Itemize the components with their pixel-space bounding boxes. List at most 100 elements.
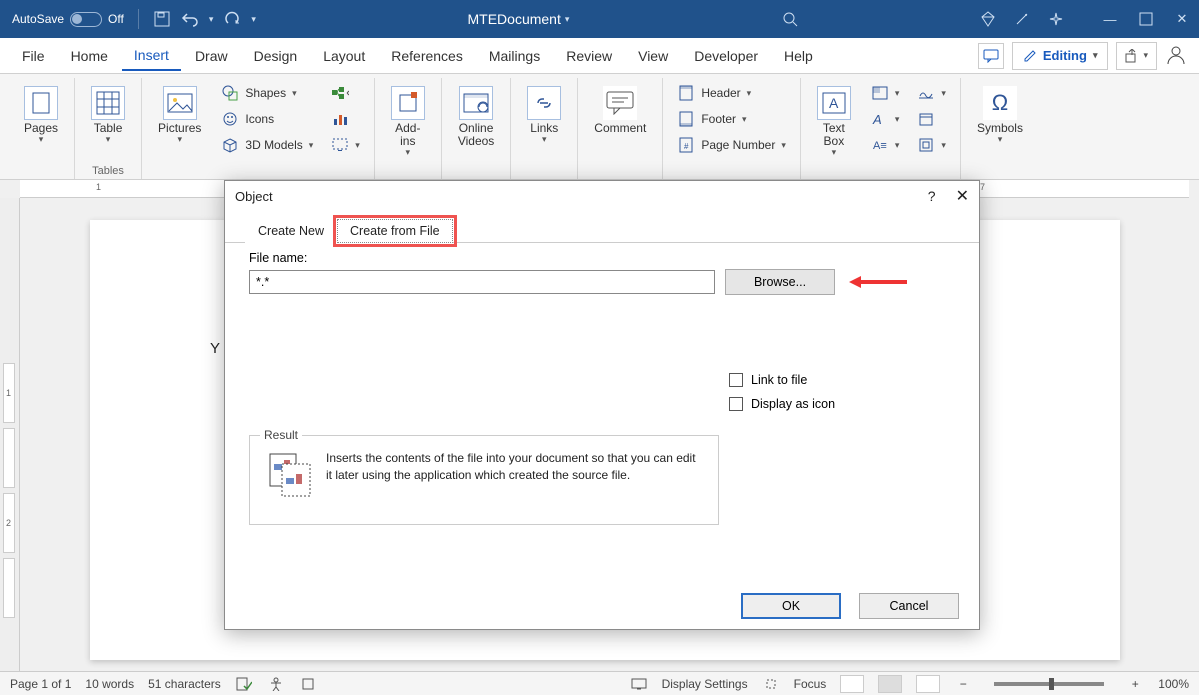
- video-icon: [459, 86, 493, 120]
- focus-button[interactable]: Focus: [794, 677, 827, 691]
- online-videos-button[interactable]: OnlineVideos: [452, 82, 500, 152]
- tab-create-from-file[interactable]: Create from File: [337, 219, 453, 243]
- pagenum-icon: #: [677, 136, 695, 154]
- group-symbols: Ω Symbols▾: [961, 78, 1039, 179]
- quickparts-icon: [871, 84, 889, 102]
- tab-home[interactable]: Home: [59, 42, 120, 70]
- tab-insert[interactable]: Insert: [122, 41, 181, 71]
- table-button[interactable]: Table▾: [85, 82, 131, 149]
- picture-icon: [163, 86, 197, 120]
- read-mode-view-button[interactable]: [840, 675, 864, 693]
- smartart-button[interactable]: [327, 82, 364, 104]
- wordart-button[interactable]: A▾: [867, 108, 904, 130]
- pages-button[interactable]: Pages▾: [18, 82, 64, 149]
- signature-icon: [917, 84, 935, 102]
- minimize-icon[interactable]: —: [1101, 10, 1119, 28]
- embed-doc-icon: [264, 450, 314, 500]
- checkbox-icon: [729, 373, 743, 387]
- screenshot-button[interactable]: ▾: [327, 134, 364, 156]
- display-settings-button[interactable]: Display Settings: [662, 677, 748, 691]
- ok-button[interactable]: OK: [741, 593, 841, 619]
- sparkle-icon[interactable]: [1047, 10, 1065, 28]
- quickparts-button[interactable]: ▾: [867, 82, 904, 104]
- tab-design[interactable]: Design: [242, 42, 310, 70]
- links-button[interactable]: Links▾: [521, 82, 567, 149]
- wand-icon[interactable]: [1013, 10, 1031, 28]
- tab-review[interactable]: Review: [554, 42, 624, 70]
- doc-title-dropdown-icon[interactable]: ▾: [565, 14, 570, 25]
- account-icon[interactable]: [1165, 44, 1189, 68]
- object-button[interactable]: ▾: [913, 134, 950, 156]
- tab-file[interactable]: File: [10, 42, 57, 70]
- autosave-toggle[interactable]: AutoSave Off: [12, 12, 124, 27]
- print-layout-view-button[interactable]: [878, 675, 902, 693]
- chevron-down-icon: ▾: [1143, 50, 1148, 61]
- shapes-button[interactable]: Shapes▾: [217, 82, 317, 104]
- page-indicator[interactable]: Page 1 of 1: [10, 677, 71, 691]
- chart-button[interactable]: [327, 108, 364, 130]
- accessibility-icon[interactable]: [267, 675, 285, 693]
- editing-mode-button[interactable]: Editing ▾: [1012, 42, 1109, 70]
- vertical-ruler[interactable]: 1 2: [0, 198, 20, 671]
- share-icon: [1125, 49, 1139, 63]
- autosave-label: AutoSave: [12, 12, 64, 26]
- zoom-slider[interactable]: [994, 682, 1104, 686]
- tab-developer[interactable]: Developer: [682, 42, 770, 70]
- undo-icon[interactable]: [181, 10, 199, 28]
- diamond-icon[interactable]: [979, 10, 997, 28]
- macro-icon[interactable]: [299, 675, 317, 693]
- save-icon[interactable]: [153, 10, 171, 28]
- link-to-file-checkbox[interactable]: Link to file: [729, 373, 835, 387]
- close-icon[interactable]: ✕: [956, 186, 969, 206]
- tab-layout[interactable]: Layout: [311, 42, 377, 70]
- icons-button[interactable]: Icons: [217, 108, 317, 130]
- dropcap-button[interactable]: A≡▾: [867, 134, 904, 156]
- tab-help[interactable]: Help: [772, 42, 825, 70]
- help-icon[interactable]: ?: [928, 188, 936, 204]
- symbols-button[interactable]: Ω Symbols▾: [971, 82, 1029, 149]
- cancel-button[interactable]: Cancel: [859, 593, 959, 619]
- group-addins: Add-ins▾: [375, 78, 442, 179]
- page-number-button[interactable]: #Page Number▾: [673, 134, 790, 156]
- dialog-titlebar[interactable]: Object ? ✕: [225, 181, 979, 211]
- group-tables: Table▾ Tables: [75, 78, 142, 179]
- display-as-icon-checkbox[interactable]: Display as icon: [729, 397, 835, 411]
- pencil-icon: [1023, 49, 1037, 63]
- browse-button[interactable]: Browse...: [725, 269, 835, 295]
- status-bar: Page 1 of 1 10 words 51 characters Displ…: [0, 671, 1199, 695]
- undo-dropdown-icon[interactable]: ▾: [209, 14, 214, 25]
- comments-pane-button[interactable]: [978, 43, 1004, 69]
- annotation-arrow-icon: [849, 272, 909, 292]
- tab-references[interactable]: References: [379, 42, 475, 70]
- char-count[interactable]: 51 characters: [148, 677, 221, 691]
- zoom-level[interactable]: 100%: [1158, 677, 1189, 691]
- file-name-input[interactable]: [249, 270, 715, 294]
- redo-icon[interactable]: [223, 10, 241, 28]
- signature-button[interactable]: ▾: [913, 82, 950, 104]
- pictures-button[interactable]: Pictures▾: [152, 82, 207, 149]
- header-button[interactable]: Header▾: [673, 82, 790, 104]
- search-icon[interactable]: [781, 10, 799, 28]
- maximize-icon[interactable]: [1137, 10, 1155, 28]
- tab-create-new[interactable]: Create New: [245, 219, 337, 243]
- date-time-button[interactable]: [913, 108, 950, 130]
- footer-button[interactable]: Footer▾: [673, 108, 790, 130]
- close-icon[interactable]: ✕: [1173, 10, 1191, 28]
- tab-mailings[interactable]: Mailings: [477, 42, 552, 70]
- share-button[interactable]: ▾: [1116, 42, 1157, 70]
- spellcheck-icon[interactable]: [235, 675, 253, 693]
- zoom-in-icon[interactable]: +: [1126, 675, 1144, 693]
- cube-icon: [221, 136, 239, 154]
- tab-view[interactable]: View: [626, 42, 680, 70]
- word-count[interactable]: 10 words: [85, 677, 134, 691]
- 3d-models-button[interactable]: 3D Models▾: [217, 134, 317, 156]
- wordart-icon: A: [871, 110, 889, 128]
- link-icon: [527, 86, 561, 120]
- comment-button[interactable]: Comment: [588, 82, 652, 139]
- checkbox-icon: [729, 397, 743, 411]
- text-box-button[interactable]: A TextBox▾: [811, 82, 857, 162]
- addins-button[interactable]: Add-ins▾: [385, 82, 431, 162]
- zoom-out-icon[interactable]: −: [954, 675, 972, 693]
- tab-draw[interactable]: Draw: [183, 42, 240, 70]
- web-layout-view-button[interactable]: [916, 675, 940, 693]
